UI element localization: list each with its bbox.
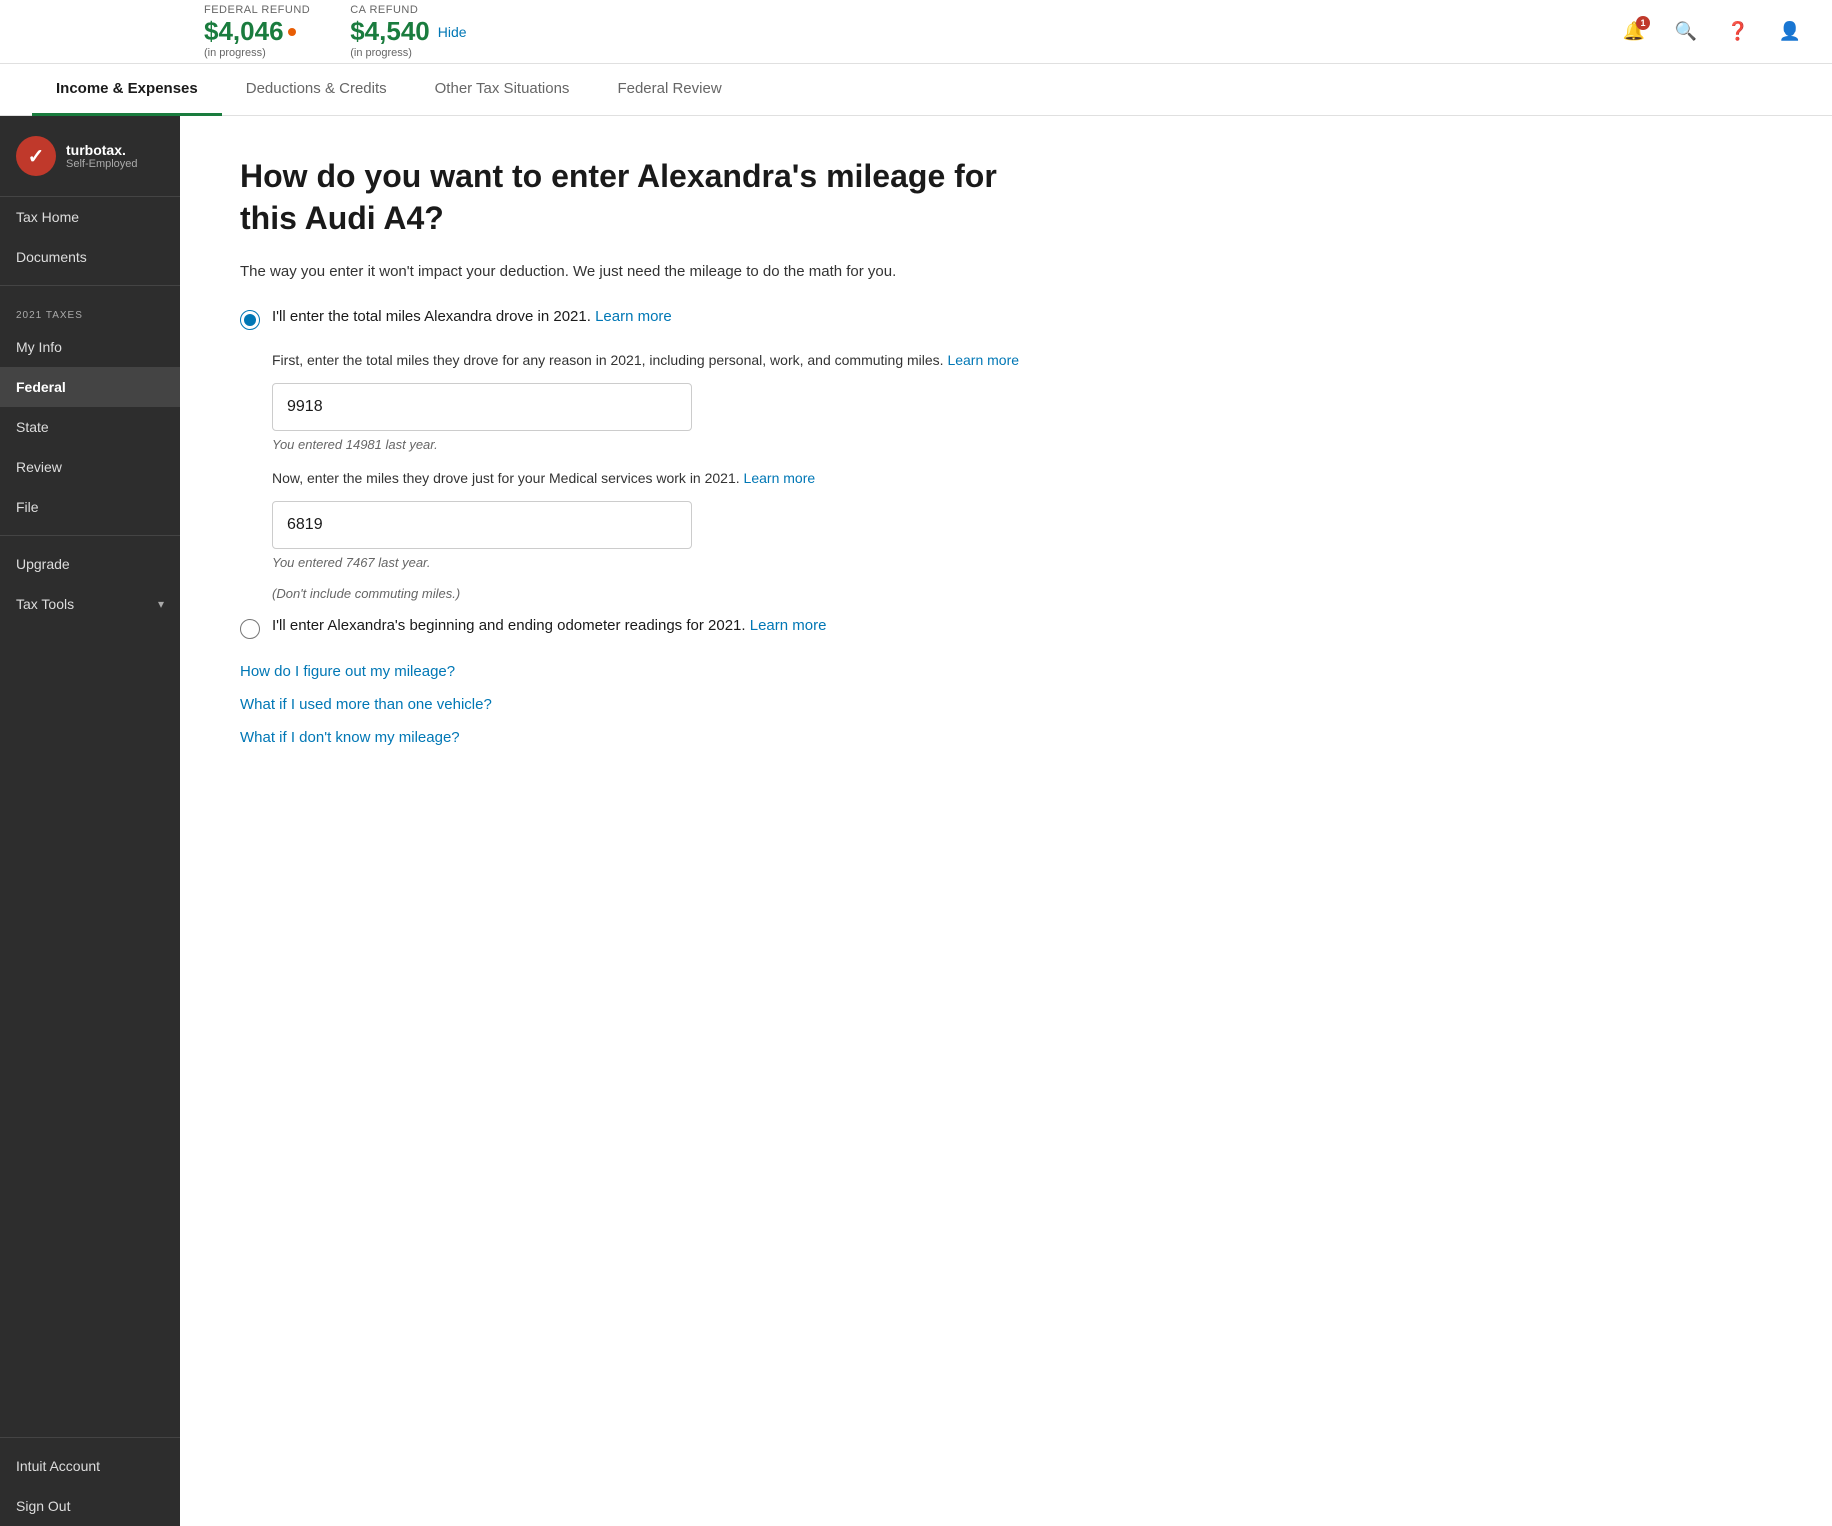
logo-checkmark: ✓ <box>28 144 45 169</box>
radio-label-option1: I'll enter the total miles Alexandra dro… <box>272 308 672 325</box>
sidebar-item-federal[interactable]: Federal <box>0 367 180 407</box>
work-miles-hint-1: You entered 7467 last year. <box>272 555 1772 570</box>
detail-learn-more-link-1[interactable]: Learn more <box>947 352 1019 368</box>
detail-text-1: First, enter the total miles they drove … <box>272 350 1772 371</box>
total-miles-input[interactable] <box>272 383 692 431</box>
page-subtitle: The way you enter it won't impact your d… <box>240 263 1772 280</box>
tab-income-expenses[interactable]: Income & Expenses <box>32 64 222 116</box>
radio-option-1: I'll enter the total miles Alexandra dro… <box>240 308 1772 330</box>
faq-link-1[interactable]: How do I figure out my mileage? <box>240 663 1772 680</box>
sidebar-item-file[interactable]: File <box>0 487 180 527</box>
federal-refund-status: (in progress) <box>204 47 310 59</box>
work-miles-hint-2: (Don't include commuting miles.) <box>272 586 1772 601</box>
federal-refund-block: FEDERAL REFUND $4,046 (in progress) <box>204 4 310 59</box>
total-miles-hint: You entered 14981 last year. <box>272 437 1772 452</box>
radio-label-option2: I'll enter Alexandra's beginning and end… <box>272 617 826 634</box>
faq-link-3[interactable]: What if I don't know my mileage? <box>240 729 1772 746</box>
learn-more-link-option1[interactable]: Learn more <box>595 308 672 325</box>
sidebar: ✓ turbotax. Self-Employed Tax Home Docum… <box>0 116 180 1526</box>
logo-edition: Self-Employed <box>66 158 138 170</box>
sidebar-divider-2 <box>0 535 180 536</box>
page-title: How do you want to enter Alexandra's mil… <box>240 156 1020 239</box>
detail-text-2: Now, enter the miles they drove just for… <box>272 468 1772 489</box>
refund-section: FEDERAL REFUND $4,046 (in progress) CA R… <box>204 4 1616 59</box>
notification-badge: 1 <box>1636 16 1650 30</box>
notifications-button[interactable]: 🔔 1 <box>1616 14 1652 50</box>
hide-button[interactable]: Hide <box>438 24 467 40</box>
sidebar-item-sign-out[interactable]: Sign Out <box>0 1486 180 1526</box>
logo-circle: ✓ <box>16 136 56 176</box>
help-button[interactable]: ❓ <box>1720 14 1756 50</box>
radio-input-option1[interactable] <box>240 310 260 330</box>
user-button[interactable]: 👤 <box>1772 14 1808 50</box>
sidebar-item-tax-tools[interactable]: Tax Tools ▾ <box>0 584 180 624</box>
sidebar-section-2021: 2021 TAXES <box>0 294 180 327</box>
main-layout: ✓ turbotax. Self-Employed Tax Home Docum… <box>0 116 1832 1526</box>
radio-input-option2[interactable] <box>240 619 260 639</box>
sidebar-item-documents[interactable]: Documents <box>0 237 180 277</box>
federal-refund-label: FEDERAL REFUND <box>204 4 310 16</box>
tab-federal-review[interactable]: Federal Review <box>593 64 745 116</box>
tab-other-tax-situations[interactable]: Other Tax Situations <box>411 64 594 116</box>
detail-learn-more-link-2[interactable]: Learn more <box>744 470 816 486</box>
sidebar-divider-3 <box>0 1437 180 1438</box>
chevron-down-icon: ▾ <box>158 597 164 611</box>
sidebar-divider-1 <box>0 285 180 286</box>
federal-refund-dot <box>288 28 296 36</box>
radio-option-2: I'll enter Alexandra's beginning and end… <box>240 617 1772 639</box>
ca-refund-label: CA REFUND <box>350 4 466 16</box>
logo-text-block: turbotax. Self-Employed <box>66 142 138 170</box>
tab-deductions-credits[interactable]: Deductions & Credits <box>222 64 411 116</box>
learn-more-link-option2[interactable]: Learn more <box>750 617 827 634</box>
sidebar-item-tax-home[interactable]: Tax Home <box>0 197 180 237</box>
faq-section: How do I figure out my mileage? What if … <box>240 663 1772 746</box>
sidebar-item-state[interactable]: State <box>0 407 180 447</box>
content-area: How do you want to enter Alexandra's mil… <box>180 116 1832 1526</box>
ca-refund-block: CA REFUND $4,540 Hide (in progress) <box>350 4 466 59</box>
faq-link-2[interactable]: What if I used more than one vehicle? <box>240 696 1772 713</box>
ca-refund-status: (in progress) <box>350 47 466 59</box>
sidebar-item-intuit-account[interactable]: Intuit Account <box>0 1446 180 1486</box>
work-miles-input[interactable] <box>272 501 692 549</box>
ca-refund-amount: $4,540 Hide <box>350 16 466 47</box>
logo-brand: turbotax. <box>66 142 138 158</box>
nav-tabs: Income & Expenses Deductions & Credits O… <box>0 64 1832 116</box>
top-bar: FEDERAL REFUND $4,046 (in progress) CA R… <box>0 0 1832 64</box>
sidebar-item-review[interactable]: Review <box>0 447 180 487</box>
sidebar-item-upgrade[interactable]: Upgrade <box>0 544 180 584</box>
sidebar-logo: ✓ turbotax. Self-Employed <box>0 116 180 197</box>
federal-refund-amount: $4,046 <box>204 16 310 47</box>
radio-detail-option1: First, enter the total miles they drove … <box>272 350 1772 601</box>
sidebar-item-my-info[interactable]: My Info <box>0 327 180 367</box>
top-bar-icons: 🔔 1 🔍 ❓ 👤 <box>1616 14 1808 50</box>
sidebar-bottom: Intuit Account Sign Out <box>0 1429 180 1526</box>
search-button[interactable]: 🔍 <box>1668 14 1704 50</box>
